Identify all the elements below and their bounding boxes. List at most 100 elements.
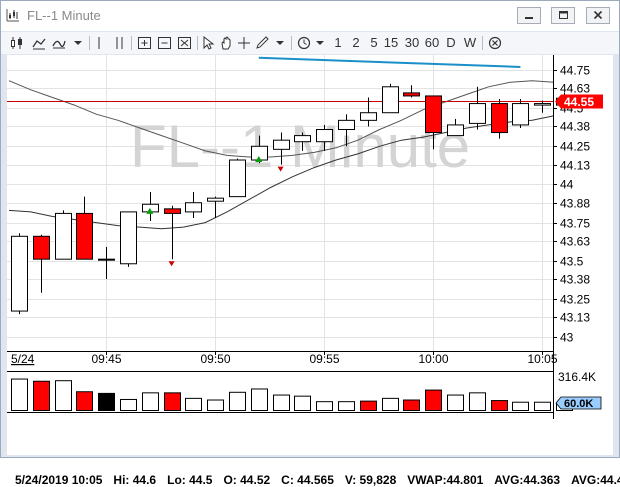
interval-30-button[interactable]: 30 [402,34,422,52]
split-pane-icon [116,37,123,49]
candle [120,211,137,267]
toolbar-separator [482,36,483,50]
interval-15-button[interactable]: 15 [382,34,400,52]
volume-bar [98,392,115,411]
candle-body [403,92,420,97]
pan-tool-button[interactable] [219,34,233,52]
volume-bar [491,400,508,411]
maximize-icon [559,11,568,19]
zoom-in-icon [138,37,151,49]
maximize-button[interactable] [551,7,575,24]
time-interval-button[interactable] [297,34,311,52]
volume-bar [273,394,290,411]
interval-5-button[interactable]: 5 [368,34,380,52]
cursor-arrow-icon [203,36,215,50]
zoom-reset-button[interactable] [177,34,193,52]
bar-style-button[interactable] [31,34,47,52]
candle [11,233,28,315]
zoom-in-button[interactable] [137,34,153,52]
interval-1-button[interactable]: 1 [332,34,344,52]
candle-body [360,112,377,121]
pane-divider-button[interactable] [95,34,105,52]
status-volume: V: 59,828 [344,473,397,487]
hand-icon [221,36,231,50]
close-button[interactable] [586,7,610,24]
candle-body [316,129,333,143]
chart-style-dropdown[interactable] [73,34,83,52]
toolbar-separator [131,36,132,50]
candle-body [382,86,399,114]
chart-app-icon [6,9,19,22]
title-bar[interactable]: FL--1 Minute [1,1,619,31]
pointer-tool-button[interactable] [201,34,215,52]
current-price-tag: 44.55 [555,94,603,109]
time-tick-label: 10:00 [418,352,448,366]
candle [382,83,399,114]
time-axis[interactable]: 09:45 09:50 09:55 10:00 10:05 [91,351,558,366]
volume-bar [469,392,486,412]
pencil-icon [256,36,269,49]
volume-bar [11,378,28,411]
volume-bar [120,398,137,411]
crosshair-tool-button[interactable] [237,34,251,52]
candle-body [185,202,202,213]
candle-body [491,103,508,134]
price-tick-label: 43.25 [560,293,590,307]
price-tick-label: 44.63 [560,82,590,96]
interval-60-button[interactable]: 60 [422,34,442,52]
volume-bar [142,392,159,412]
interval-weekly-button[interactable]: W [462,34,478,52]
split-pane-button[interactable] [113,34,127,52]
close-icon [593,10,603,20]
time-tick-label: 10:05 [527,352,557,366]
pane-divider-icon [98,37,100,49]
price-tick-label: 43.88 [560,197,590,211]
volume-marker-label: 60.0K [564,398,593,410]
volume-bar [251,388,268,411]
minimize-button[interactable] [517,7,541,24]
candle-body [294,135,311,143]
candle-body [55,212,72,260]
status-vwap: VWAP:44.801 [407,473,484,487]
candlestick-icon [11,37,22,49]
candle [55,210,72,260]
candlestick-style-button[interactable] [9,34,25,52]
zoom-out-button[interactable] [157,34,173,52]
status-low: Lo: 44.5 [167,473,213,487]
candle-body [120,211,137,265]
price-tick-label: 44.25 [560,140,590,154]
toolbar-separator [89,36,90,50]
volume-bar [185,397,202,411]
price-chart[interactable]: FL--1 Minute 44.7544.6344.544.3844.2544.… [7,55,613,455]
candle-body [33,235,50,260]
clear-drawings-button[interactable] [488,34,502,52]
volume-bar [382,397,399,411]
interval-daily-button[interactable]: D [444,34,458,52]
chevron-down-icon [74,41,82,45]
price-tick-label: 43.38 [560,273,590,287]
price-tick-label: 44 [560,178,574,192]
toolbar-separator [291,36,292,50]
candle-body [273,139,290,150]
volume-bar [33,380,50,412]
volume-bar [534,401,551,412]
price-tick-label: 44.75 [560,64,590,78]
chart-area[interactable]: FL--1 Minute 44.7544.6344.544.3844.2544.… [7,55,620,487]
price-tick-label: 43.5 [560,255,584,269]
draw-tool-dropdown[interactable] [275,34,285,52]
draw-tool-button[interactable] [255,34,271,52]
candle-body [98,258,115,261]
candle-body [469,103,486,124]
price-tick-label: 43 [560,331,574,345]
time-tick-label: 09:50 [200,352,230,366]
interval-2-button[interactable]: 2 [350,34,362,52]
volume-max-label: 316.4K [558,370,596,384]
status-date-time: 5/24/2019 10:05 [15,473,103,487]
candle-body [207,197,224,202]
price-tick-label: 43.75 [560,217,590,231]
interval-dropdown[interactable] [315,34,325,52]
status-close: C: 44.565 [281,473,334,487]
volume-bar [229,391,246,412]
date-label: 5/24 [11,352,35,366]
line-style-button[interactable] [51,34,67,52]
